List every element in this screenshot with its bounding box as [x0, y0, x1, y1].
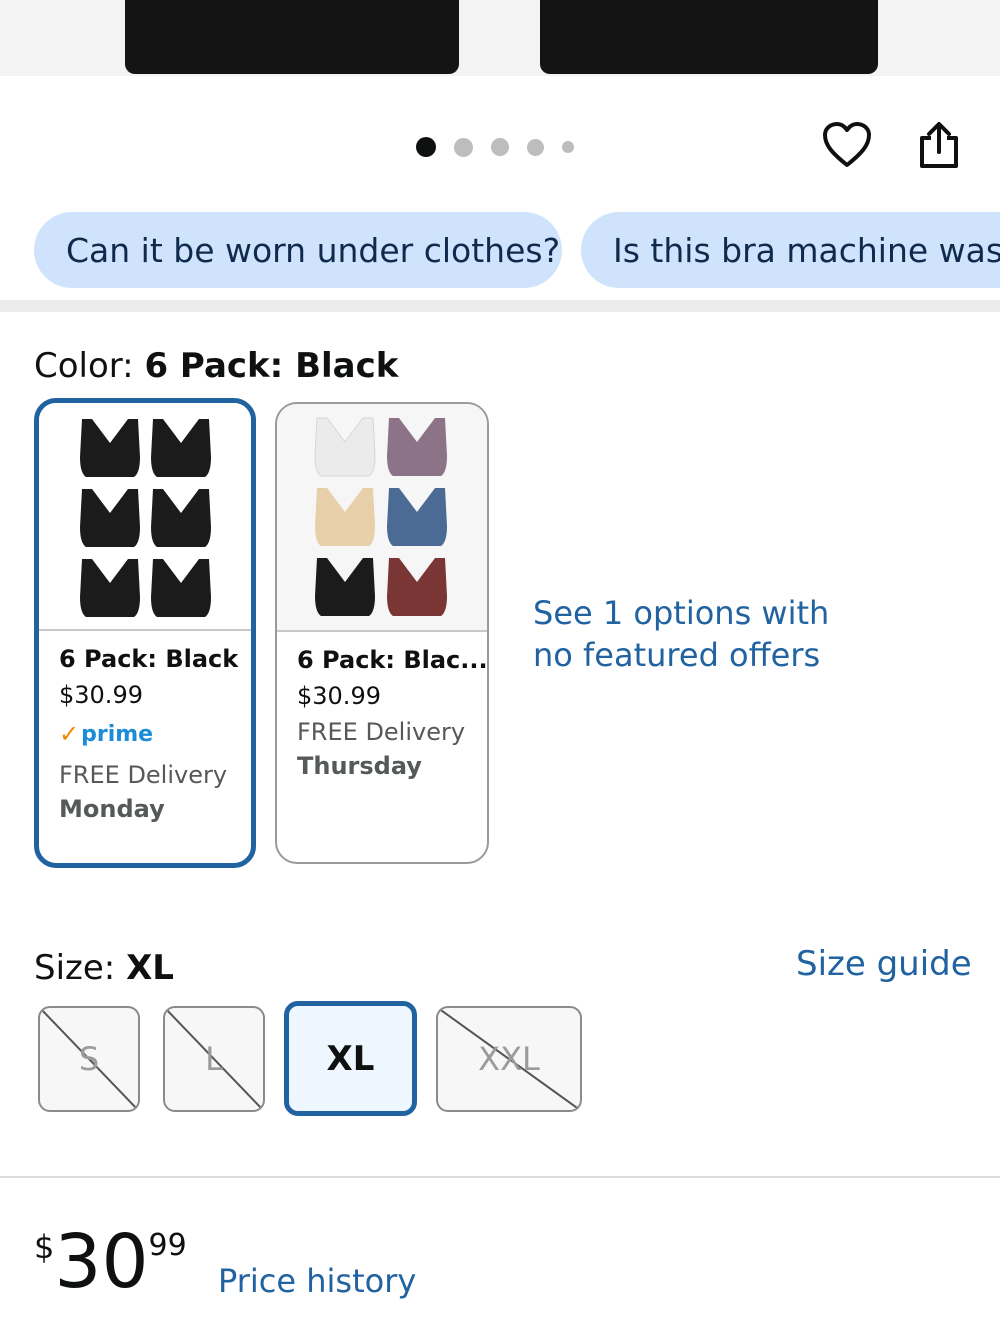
color-option-title: 6 Pack: Blac... — [297, 646, 488, 674]
question-chip[interactable]: Can it be worn under clothes? — [34, 212, 562, 288]
prime-check-icon: ✓ — [59, 720, 80, 748]
size-option-unavailable[interactable]: L — [163, 1006, 265, 1112]
size-option-selected[interactable]: XL — [284, 1001, 417, 1116]
color-option-image — [39, 403, 251, 631]
color-option[interactable]: 6 Pack: Blac... $30.99 FREE Delivery Thu… — [275, 402, 489, 864]
color-option-delivery-day: Monday — [59, 795, 165, 823]
color-option-selected[interactable]: 6 Pack: Black $30.99 ✓ prime FREE Deliver… — [34, 398, 256, 868]
size-option-label: XXL — [478, 1040, 540, 1078]
prime-label: prime — [81, 721, 154, 747]
product-image-garment — [540, 0, 878, 74]
heart-icon — [823, 122, 871, 167]
prime-badge: ✓ prime — [59, 717, 251, 751]
price-history-link[interactable]: Price history — [218, 1262, 416, 1300]
size-option-unavailable[interactable]: XXL — [436, 1006, 582, 1112]
price: $ 30 99 — [34, 1222, 187, 1302]
carousel-dot[interactable] — [491, 138, 509, 156]
color-option-delivery-day: Thursday — [297, 752, 422, 780]
carousel-dot-active[interactable] — [416, 137, 436, 157]
color-option-delivery: FREE Delivery — [297, 718, 466, 746]
bra-pack-mixed-image — [314, 417, 447, 616]
product-image-garment — [125, 0, 459, 74]
selected-color: 6 Pack: Black — [144, 346, 399, 386]
size-guide-link[interactable]: Size guide — [796, 944, 972, 984]
carousel-dot[interactable] — [454, 137, 473, 157]
size-option-label: L — [205, 1040, 223, 1078]
color-label: Color: — [34, 346, 145, 386]
size-heading: Size: XL — [34, 948, 174, 988]
color-option-price: $30.99 — [297, 682, 381, 710]
carousel-dot[interactable] — [562, 141, 574, 153]
price-whole: 30 — [54, 1219, 149, 1305]
carousel-dot[interactable] — [527, 138, 544, 156]
share-icon — [920, 122, 958, 168]
product-image-strip[interactable] — [0, 0, 1000, 76]
color-option-delivery: FREE Delivery — [59, 761, 228, 789]
selected-size: XL — [126, 948, 174, 988]
price-fraction: 99 — [148, 1228, 187, 1263]
size-label: Size: — [34, 948, 127, 988]
color-option-price: $30.99 — [59, 681, 143, 709]
favorite-button[interactable] — [820, 118, 874, 172]
color-heading: Color: 6 Pack: Black — [34, 346, 398, 386]
bra-pack-black-image — [80, 419, 211, 617]
question-chips: Can it be worn under clothes? Is this br… — [0, 212, 1000, 290]
see-options-link[interactable]: See 1 options with no featured offers — [533, 592, 863, 676]
size-option-label: S — [78, 1040, 100, 1078]
question-chip[interactable]: Is this bra machine washa — [581, 212, 1000, 288]
price-symbol: $ — [34, 1228, 55, 1266]
carousel-dots[interactable] — [416, 137, 592, 157]
color-option-title: 6 Pack: Black — [59, 645, 239, 673]
section-divider — [0, 300, 1000, 312]
share-button[interactable] — [912, 118, 966, 172]
size-option-unavailable[interactable]: S — [38, 1006, 140, 1112]
color-option-image — [277, 404, 487, 632]
size-option-label: XL — [326, 1038, 375, 1079]
section-divider — [0, 1176, 1000, 1178]
